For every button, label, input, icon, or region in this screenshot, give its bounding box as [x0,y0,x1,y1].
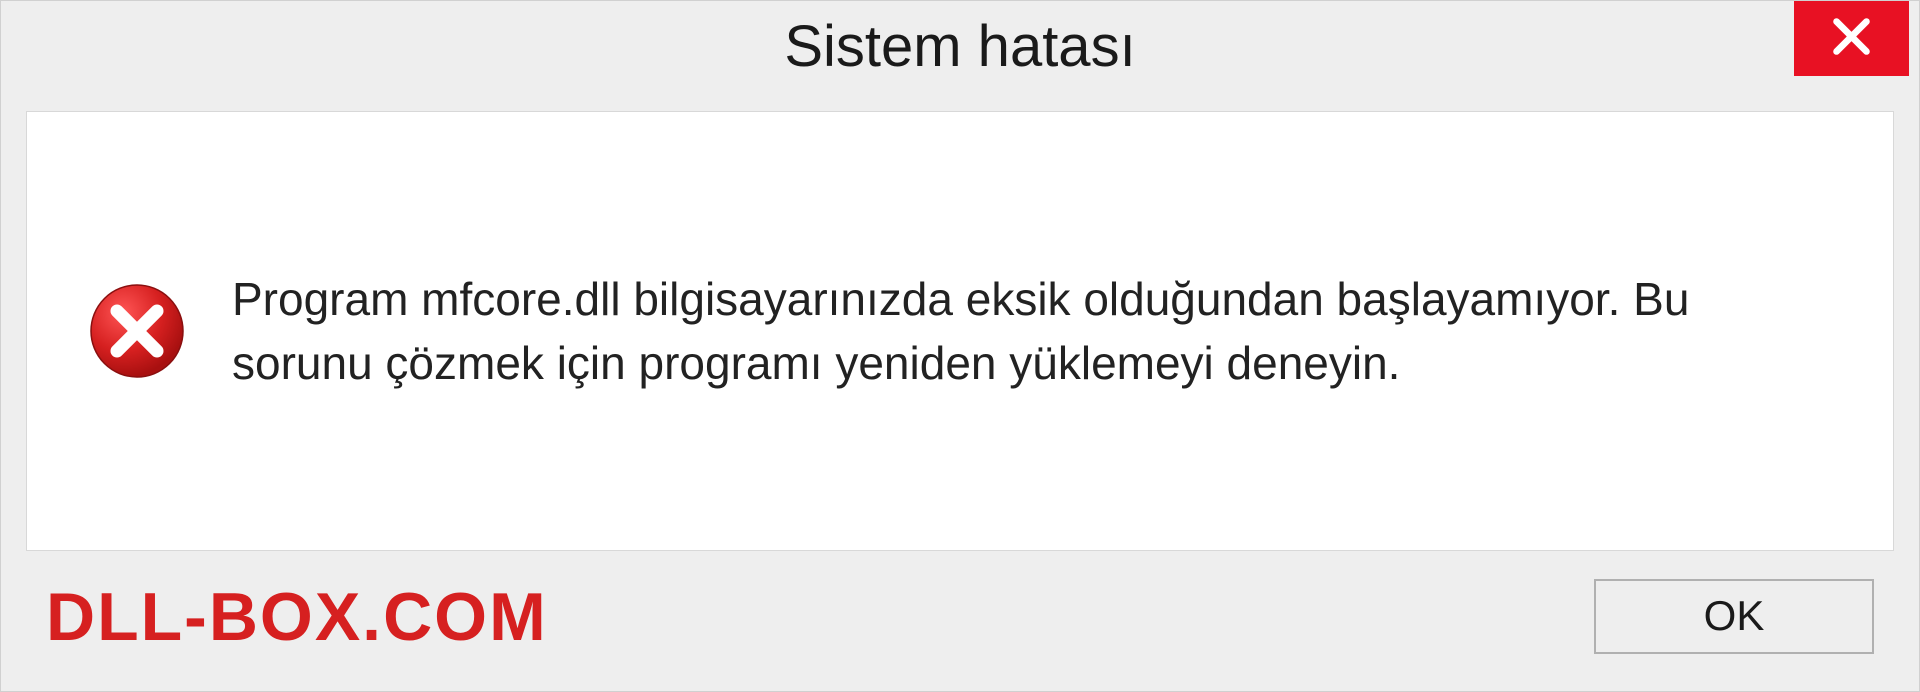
error-icon [87,281,187,381]
content-area: Program mfcore.dll bilgisayarınızda eksi… [26,111,1894,551]
ok-button[interactable]: OK [1594,579,1874,654]
titlebar: Sistem hatası [1,1,1919,91]
watermark-text: DLL-BOX.COM [46,578,548,656]
close-button[interactable] [1794,1,1909,76]
error-dialog: Sistem hatası [0,0,1920,692]
error-message: Program mfcore.dll bilgisayarınızda eksi… [232,267,1732,396]
dialog-title: Sistem hatası [784,13,1135,80]
dialog-footer: DLL-BOX.COM OK [1,566,1919,691]
close-icon [1829,14,1874,64]
